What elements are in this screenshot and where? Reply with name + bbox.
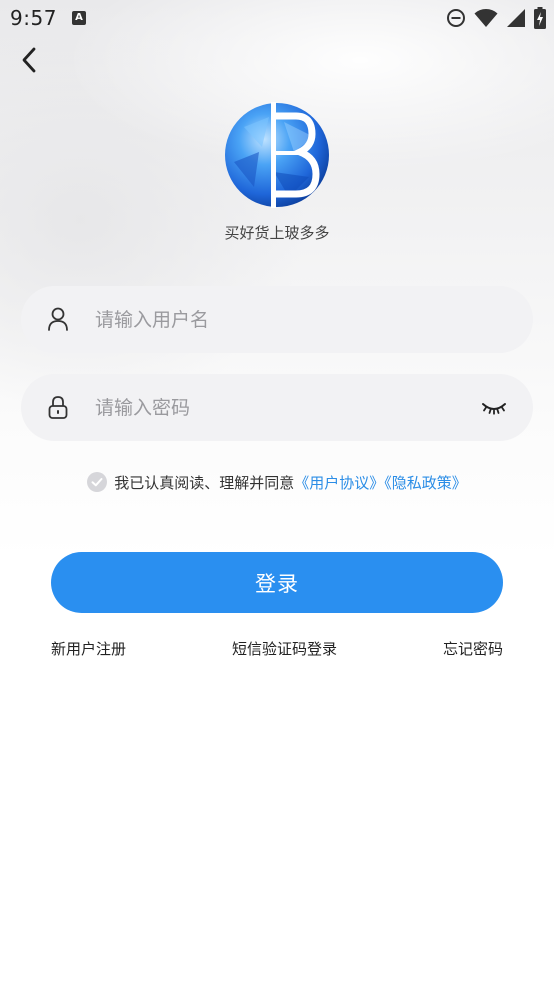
privacy-policy-link[interactable]: 《隐私政策》 xyxy=(384,474,467,492)
bottom-links: 新用户注册 短信验证码登录 忘记密码 xyxy=(51,638,503,664)
notification-a-icon: A xyxy=(72,11,86,25)
wifi-icon xyxy=(474,9,498,27)
password-field xyxy=(21,374,533,441)
do-not-disturb-icon xyxy=(447,9,465,27)
status-bar: 9:57 A xyxy=(0,0,554,36)
user-icon xyxy=(48,307,68,331)
back-button[interactable] xyxy=(12,42,46,78)
password-input[interactable] xyxy=(95,374,475,441)
sms-login-link[interactable]: 短信验证码登录 xyxy=(232,638,337,664)
eye-closed-icon[interactable] xyxy=(481,397,507,417)
lock-icon xyxy=(48,396,68,419)
user-agreement-link[interactable]: 《用户协议》 xyxy=(294,474,384,492)
forgot-password-link[interactable]: 忘记密码 xyxy=(443,638,503,664)
username-field xyxy=(21,286,533,353)
cellular-signal-icon xyxy=(507,9,525,27)
app-logo xyxy=(225,102,329,208)
register-link[interactable]: 新用户注册 xyxy=(51,638,126,664)
status-time: 9:57 xyxy=(10,6,57,30)
status-icons xyxy=(446,7,546,29)
agree-checkbox-icon[interactable] xyxy=(87,471,108,492)
login-button[interactable]: 登录 xyxy=(51,552,503,613)
chevron-left-icon xyxy=(22,47,36,73)
agreement-row: 我已认真阅读、理解并同意《用户协议》《隐私政策》 xyxy=(0,471,554,494)
agreement-text: 我已认真阅读、理解并同意 xyxy=(114,474,295,492)
battery-charging-icon xyxy=(534,7,546,29)
app-slogan: 买好货上玻多多 xyxy=(224,224,330,242)
username-input[interactable] xyxy=(95,286,475,353)
